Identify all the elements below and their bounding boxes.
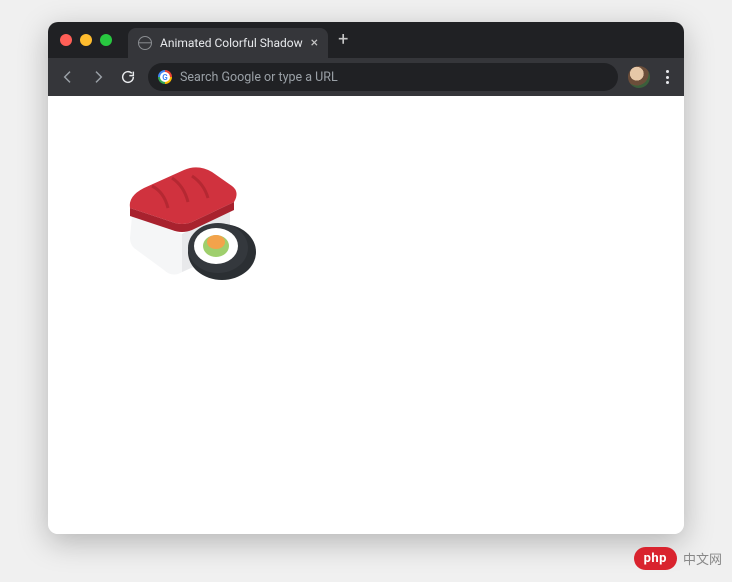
minimize-window-button[interactable] <box>80 34 92 46</box>
google-icon <box>158 70 172 84</box>
reload-button[interactable] <box>118 69 138 85</box>
tab-title: Animated Colorful Shadow <box>160 36 303 50</box>
browser-tab[interactable]: Animated Colorful Shadow × <box>128 28 328 58</box>
watermark-badge: php <box>634 547 677 570</box>
page-viewport <box>48 96 684 534</box>
back-button[interactable] <box>58 69 78 85</box>
toolbar: Search Google or type a URL <box>48 58 684 96</box>
address-bar[interactable]: Search Google or type a URL <box>148 63 618 91</box>
globe-icon <box>138 36 152 50</box>
sushi-illustration <box>122 156 270 284</box>
address-bar-placeholder: Search Google or type a URL <box>180 70 338 85</box>
menu-button[interactable] <box>660 70 674 84</box>
new-tab-button[interactable]: + <box>338 31 348 49</box>
forward-button[interactable] <box>88 69 108 85</box>
maximize-window-button[interactable] <box>100 34 112 46</box>
watermark: php 中文网 <box>634 547 722 570</box>
close-tab-button[interactable]: × <box>311 36 318 50</box>
profile-avatar[interactable] <box>628 66 650 88</box>
browser-window: Animated Colorful Shadow × + Search Goog… <box>48 22 684 534</box>
titlebar: Animated Colorful Shadow × + <box>48 22 684 58</box>
window-controls <box>60 34 112 46</box>
close-window-button[interactable] <box>60 34 72 46</box>
watermark-text: 中文网 <box>683 549 722 568</box>
